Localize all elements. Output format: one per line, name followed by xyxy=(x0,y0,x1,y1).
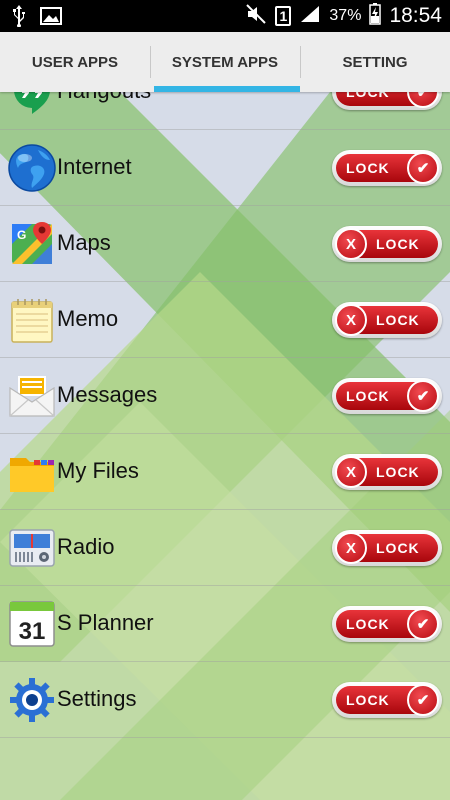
lock-toggle-label: LOCK xyxy=(376,540,420,556)
app-name: S Planner xyxy=(57,610,154,635)
lock-toggle[interactable]: X LOCK xyxy=(332,226,442,262)
lock-toggle-track: LOCK ✔ xyxy=(336,92,439,108)
globe-icon xyxy=(8,144,56,192)
lock-toggle-label: LOCK xyxy=(346,388,390,404)
tab-bar: USER APPS SYSTEM APPS SETTING xyxy=(0,32,450,92)
hangouts-icon xyxy=(8,92,56,116)
check-icon: ✔ xyxy=(407,92,439,108)
x-icon: X xyxy=(335,456,367,488)
mute-icon xyxy=(245,3,267,30)
lock-toggle[interactable]: LOCK ✔ xyxy=(332,682,442,718)
lock-toggle-label: LOCK xyxy=(376,312,420,328)
lock-toggle-track: LOCK ✔ xyxy=(336,380,439,412)
x-icon: X xyxy=(335,304,367,336)
app-row[interactable]: 31 S Planner LOCK ✔ xyxy=(0,586,450,662)
status-bar: 1 37% 18:54 xyxy=(0,0,450,32)
lock-toggle[interactable]: LOCK ✔ xyxy=(332,378,442,414)
image-notification-icon xyxy=(40,7,62,30)
app-row[interactable]: Memo X LOCK xyxy=(0,282,450,358)
x-icon: X xyxy=(335,228,367,260)
app-name: Maps xyxy=(57,230,111,255)
lock-toggle-label: LOCK xyxy=(346,92,390,100)
maps-icon: G xyxy=(8,220,56,268)
lock-toggle-track: LOCK ✔ xyxy=(336,608,439,640)
lock-toggle[interactable]: X LOCK xyxy=(332,302,442,338)
calendar-icon: 31 xyxy=(8,600,56,648)
lock-toggle-label: LOCK xyxy=(346,616,390,632)
folder-icon xyxy=(8,448,56,496)
app-list-panel[interactable]: Hangouts LOCK ✔ Internet LOCK ✔ xyxy=(0,92,450,800)
app-row[interactable]: My Files X LOCK xyxy=(0,434,450,510)
lock-toggle-track: X LOCK xyxy=(335,532,438,564)
lock-toggle-track: X LOCK xyxy=(335,228,438,260)
usb-icon xyxy=(12,5,26,32)
battery-percent: 37% xyxy=(329,7,362,24)
lock-toggle[interactable]: X LOCK xyxy=(332,530,442,566)
x-icon: X xyxy=(335,532,367,564)
lock-toggle-track: X LOCK xyxy=(335,304,438,336)
lock-toggle-label: LOCK xyxy=(376,236,420,252)
lock-toggle-track: X LOCK xyxy=(335,456,438,488)
app-row[interactable]: Hangouts LOCK ✔ xyxy=(0,92,450,130)
app-name: Settings xyxy=(57,686,137,711)
app-name: Hangouts xyxy=(57,92,151,104)
gear-icon xyxy=(8,676,56,724)
tab-setting[interactable]: SETTING xyxy=(300,32,450,92)
check-icon: ✔ xyxy=(407,152,439,184)
lock-toggle-track: LOCK ✔ xyxy=(336,152,439,184)
app-name: Messages xyxy=(57,382,158,407)
memo-icon xyxy=(8,296,56,344)
radio-icon xyxy=(8,524,56,572)
tab-user-apps[interactable]: USER APPS xyxy=(0,32,150,92)
tab-system-apps[interactable]: SYSTEM APPS xyxy=(150,32,300,92)
battery-icon xyxy=(369,2,382,30)
check-icon: ✔ xyxy=(407,608,439,640)
check-icon: ✔ xyxy=(407,380,439,412)
lock-toggle[interactable]: LOCK ✔ xyxy=(332,92,442,110)
app-name: Internet xyxy=(57,154,132,179)
app-list: Hangouts LOCK ✔ Internet LOCK ✔ xyxy=(0,92,450,738)
lock-toggle-label: LOCK xyxy=(346,160,390,176)
calendar-day: 31 xyxy=(19,618,46,645)
envelope-icon xyxy=(8,372,56,420)
check-icon: ✔ xyxy=(407,684,439,716)
app-row[interactable]: Messages LOCK ✔ xyxy=(0,358,450,434)
app-row[interactable]: G Maps X LOCK xyxy=(0,206,450,282)
svg-text:G: G xyxy=(17,228,26,242)
lock-toggle-label: LOCK xyxy=(346,692,390,708)
app-name: Radio xyxy=(57,534,115,559)
lock-toggle[interactable]: LOCK ✔ xyxy=(332,150,442,186)
lock-toggle[interactable]: X LOCK xyxy=(332,454,442,490)
clock: 18:54 xyxy=(389,4,442,27)
lock-toggle[interactable]: LOCK ✔ xyxy=(332,606,442,642)
app-row[interactable]: Internet LOCK ✔ xyxy=(0,130,450,206)
lock-toggle-track: LOCK ✔ xyxy=(336,684,439,716)
lock-toggle-label: LOCK xyxy=(376,464,420,480)
app-row[interactable]: Radio X LOCK xyxy=(0,510,450,586)
app-row[interactable]: Settings LOCK ✔ xyxy=(0,662,450,738)
app-name: Memo xyxy=(57,306,119,331)
app-name: My Files xyxy=(57,458,139,483)
signal-icon xyxy=(299,4,321,29)
sim-badge: 1 xyxy=(275,6,292,26)
